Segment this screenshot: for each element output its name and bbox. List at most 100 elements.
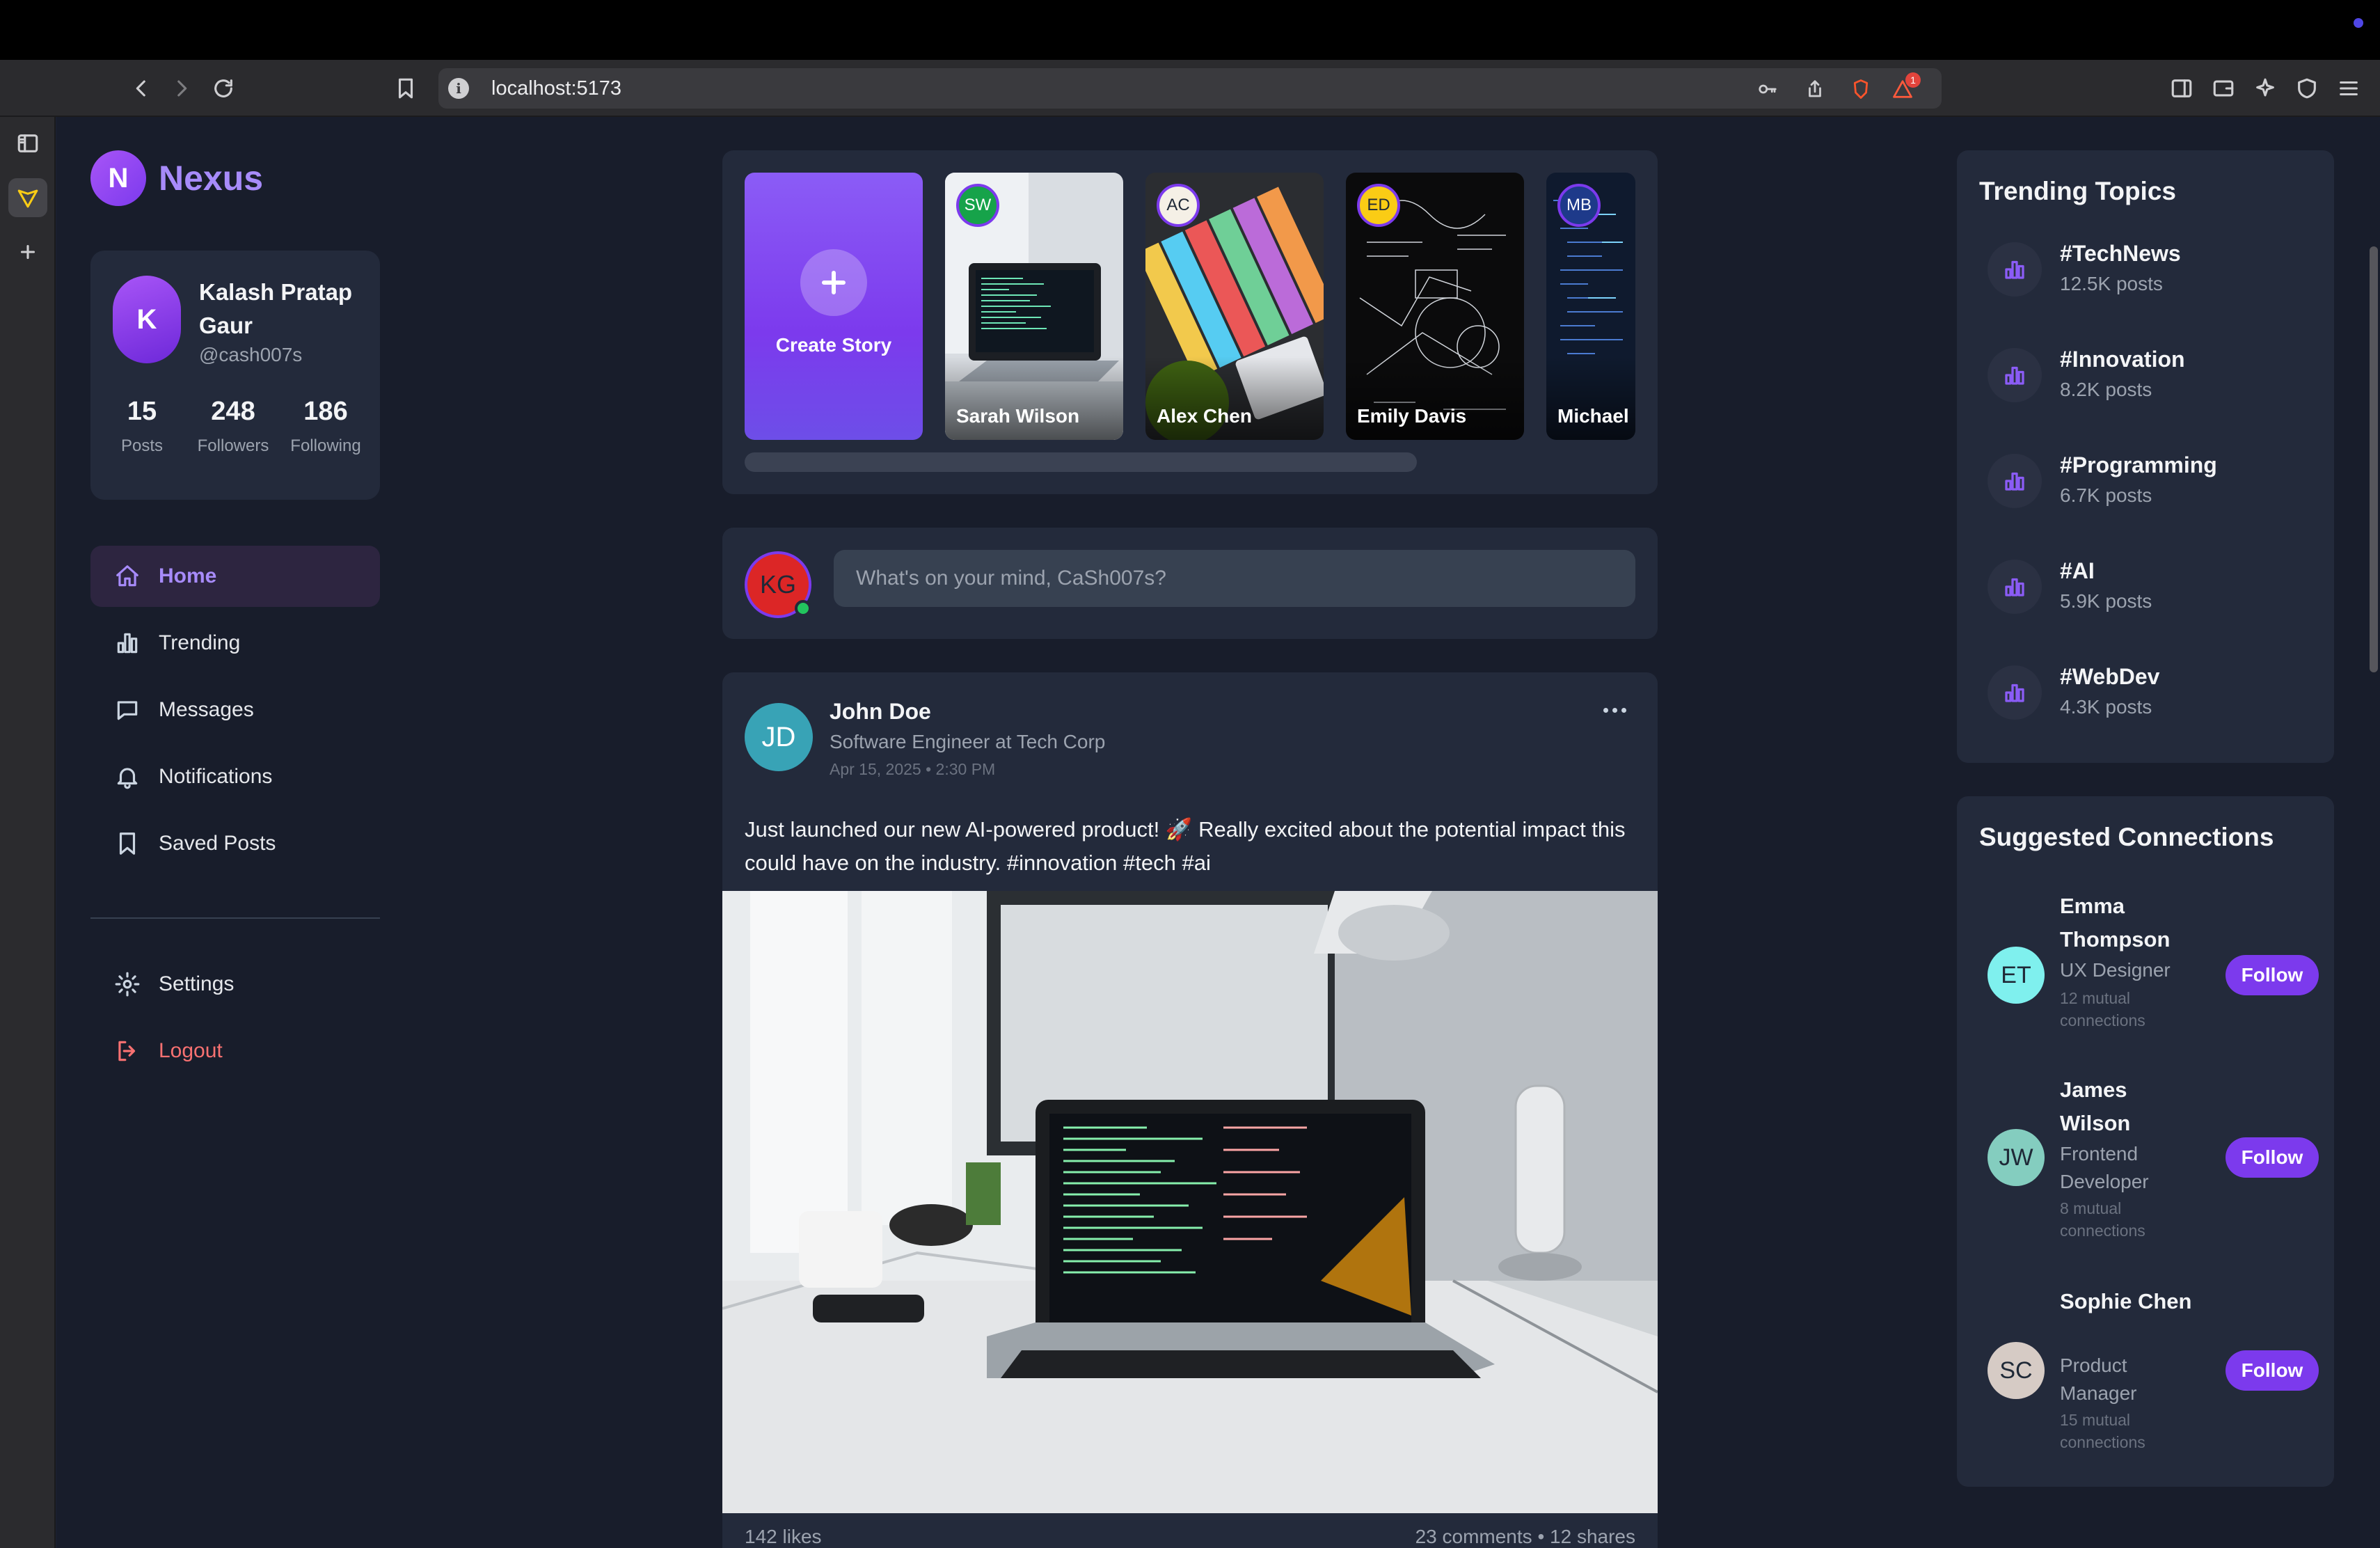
create-story-button[interactable]: Create Story — [745, 173, 923, 440]
address-bar[interactable]: i localhost:5173 1 — [438, 68, 1942, 109]
rewards-button[interactable]: 1 — [1889, 72, 1921, 103]
bar-chart-icon — [1988, 665, 2042, 720]
bell-icon — [117, 768, 138, 789]
forward-button[interactable] — [166, 72, 198, 104]
trend-item[interactable]: #Innovation 8.2K posts — [1988, 337, 2322, 413]
stat-value: 15 — [127, 397, 157, 426]
story-card[interactable]: ED Emily Davis — [1346, 173, 1524, 440]
trend-count: 12.5K posts — [2060, 273, 2163, 294]
avatar[interactable]: ET — [1988, 947, 2045, 1004]
reload-icon — [214, 79, 232, 97]
nav-label: Settings — [159, 972, 235, 995]
nav-label: Logout — [159, 1039, 223, 1062]
trend-item[interactable]: #AI 5.9K posts — [1988, 548, 2322, 625]
post-author[interactable]: John Doe — [830, 699, 931, 725]
avatar[interactable]: JD — [745, 703, 813, 771]
secondary-nav: Settings Logout — [90, 954, 380, 1087]
brand[interactable]: N Nexus — [90, 150, 263, 206]
sidebar-panel-button[interactable] — [8, 124, 47, 163]
system-top-bar — [0, 0, 2380, 60]
url-text[interactable]: localhost:5173 — [491, 77, 621, 100]
stat-value: 186 — [303, 397, 348, 426]
trend-count: 8.2K posts — [2060, 379, 2152, 400]
back-button[interactable] — [125, 72, 157, 104]
suggested-connections-card: Suggested Connections ET Emma Thompson U… — [1957, 796, 2334, 1487]
post-comments-shares[interactable]: 23 comments • 12 shares — [1415, 1526, 1635, 1548]
nav-item-messages[interactable]: Messages — [90, 679, 380, 741]
suggestion-name[interactable]: Sophie Chen — [2060, 1285, 2192, 1318]
stat-label: Posts — [120, 436, 164, 455]
story-card[interactable]: MB Michael — [1546, 173, 1635, 440]
vpn-button[interactable] — [2291, 72, 2323, 104]
suggestion-name[interactable]: Emma Thompson — [2060, 890, 2192, 956]
stat-value: 248 — [211, 397, 255, 426]
avatar[interactable]: JW — [1988, 1129, 2045, 1186]
page-scrollbar[interactable] — [2367, 117, 2380, 1548]
dot — [1612, 707, 1617, 713]
stat-posts[interactable]: 15 Posts — [107, 397, 177, 456]
story-name: Emily Davis — [1357, 405, 1467, 427]
trend-item[interactable]: #TechNews 12.5K posts — [1988, 231, 2322, 308]
follow-button[interactable]: Follow — [2226, 1137, 2319, 1178]
stat-following[interactable]: 186 Following — [283, 397, 369, 456]
trend-item[interactable]: #Programming 6.7K posts — [1988, 443, 2322, 519]
nav-item-saved-posts[interactable]: Saved Posts — [90, 813, 380, 874]
follow-button[interactable]: Follow — [2226, 955, 2319, 995]
story-shade — [1546, 356, 1635, 440]
story-card[interactable]: SW Sarah Wilson — [945, 173, 1123, 440]
trend-tag: #Innovation — [2060, 347, 2185, 372]
wallet-button[interactable] — [2207, 72, 2239, 104]
nav-label: Trending — [159, 631, 241, 654]
brand-logo: N — [90, 150, 146, 206]
post-image[interactable] — [722, 891, 1658, 1513]
trending-topics-card: Trending Topics #TechNews 12.5K posts #I… — [1957, 150, 2334, 763]
stories-scrollbar[interactable] — [745, 452, 1417, 472]
post-more-button[interactable] — [1594, 696, 1635, 724]
key-button[interactable] — [1754, 75, 1782, 103]
story-shade — [1346, 356, 1524, 440]
trend-tag: #AI — [2060, 558, 2095, 583]
active-tab-favicon[interactable] — [8, 178, 47, 217]
share-button[interactable] — [1801, 75, 1829, 103]
trend-item[interactable]: #WebDev 4.3K posts — [1988, 654, 2322, 731]
avatar[interactable]: SC — [1988, 1342, 2045, 1399]
logout-icon — [118, 1041, 136, 1061]
suggestion-mutual: 12 mutual connections — [2060, 989, 2145, 1029]
sidebar-toggle-button[interactable] — [2166, 72, 2198, 104]
vite-icon — [17, 189, 38, 208]
scroll-thumb[interactable] — [2370, 246, 2378, 672]
suggestion-role: Frontend Developer — [2060, 1143, 2149, 1192]
post-likes[interactable]: 142 likes — [745, 1526, 822, 1548]
profile-card[interactable]: K Kalash Pratap Gaur @cash007s 15 Posts … — [90, 251, 380, 500]
nav-item-settings[interactable]: Settings — [90, 954, 380, 1015]
new-tab-button[interactable] — [8, 232, 47, 271]
share-icon — [1809, 80, 1821, 97]
composer-input[interactable]: What's on your mind, CaSh007s? — [834, 550, 1635, 607]
stat-label: Followers — [197, 436, 269, 455]
plus-icon — [20, 244, 35, 260]
post-author-role: Software Engineer at Tech Corp — [830, 731, 1106, 752]
nav-item-logout[interactable]: Logout — [90, 1020, 380, 1082]
leo-ai-button[interactable] — [2249, 72, 2281, 104]
stat-followers[interactable]: 248 Followers — [195, 397, 271, 456]
site-info-icon[interactable]: i — [448, 78, 469, 99]
sparkle-icon — [2256, 78, 2274, 97]
avatar[interactable]: K — [113, 276, 181, 363]
browser-side-rail — [0, 117, 56, 1548]
nav-label: Messages — [159, 698, 254, 721]
chevron-right-icon — [177, 80, 187, 97]
menu-button[interactable] — [2333, 72, 2365, 104]
rewards-badge: 1 — [1905, 72, 1921, 88]
bookmark-page-button[interactable] — [390, 72, 422, 104]
reload-button[interactable] — [207, 72, 239, 104]
card-title: Suggested Connections — [1979, 823, 2274, 851]
nav-item-notifications[interactable]: Notifications — [90, 746, 380, 807]
nav-item-trending[interactable]: Trending — [90, 613, 380, 674]
bar-chart-icon — [117, 633, 138, 654]
suggestion-name[interactable]: James Wilson — [2060, 1073, 2192, 1140]
follow-button[interactable]: Follow — [2226, 1350, 2319, 1391]
story-card[interactable]: AC Alex Chen — [1145, 173, 1324, 440]
story-shade — [1145, 356, 1324, 440]
brave-shields-button[interactable] — [1847, 75, 1875, 103]
nav-item-home[interactable]: Home — [90, 546, 380, 607]
